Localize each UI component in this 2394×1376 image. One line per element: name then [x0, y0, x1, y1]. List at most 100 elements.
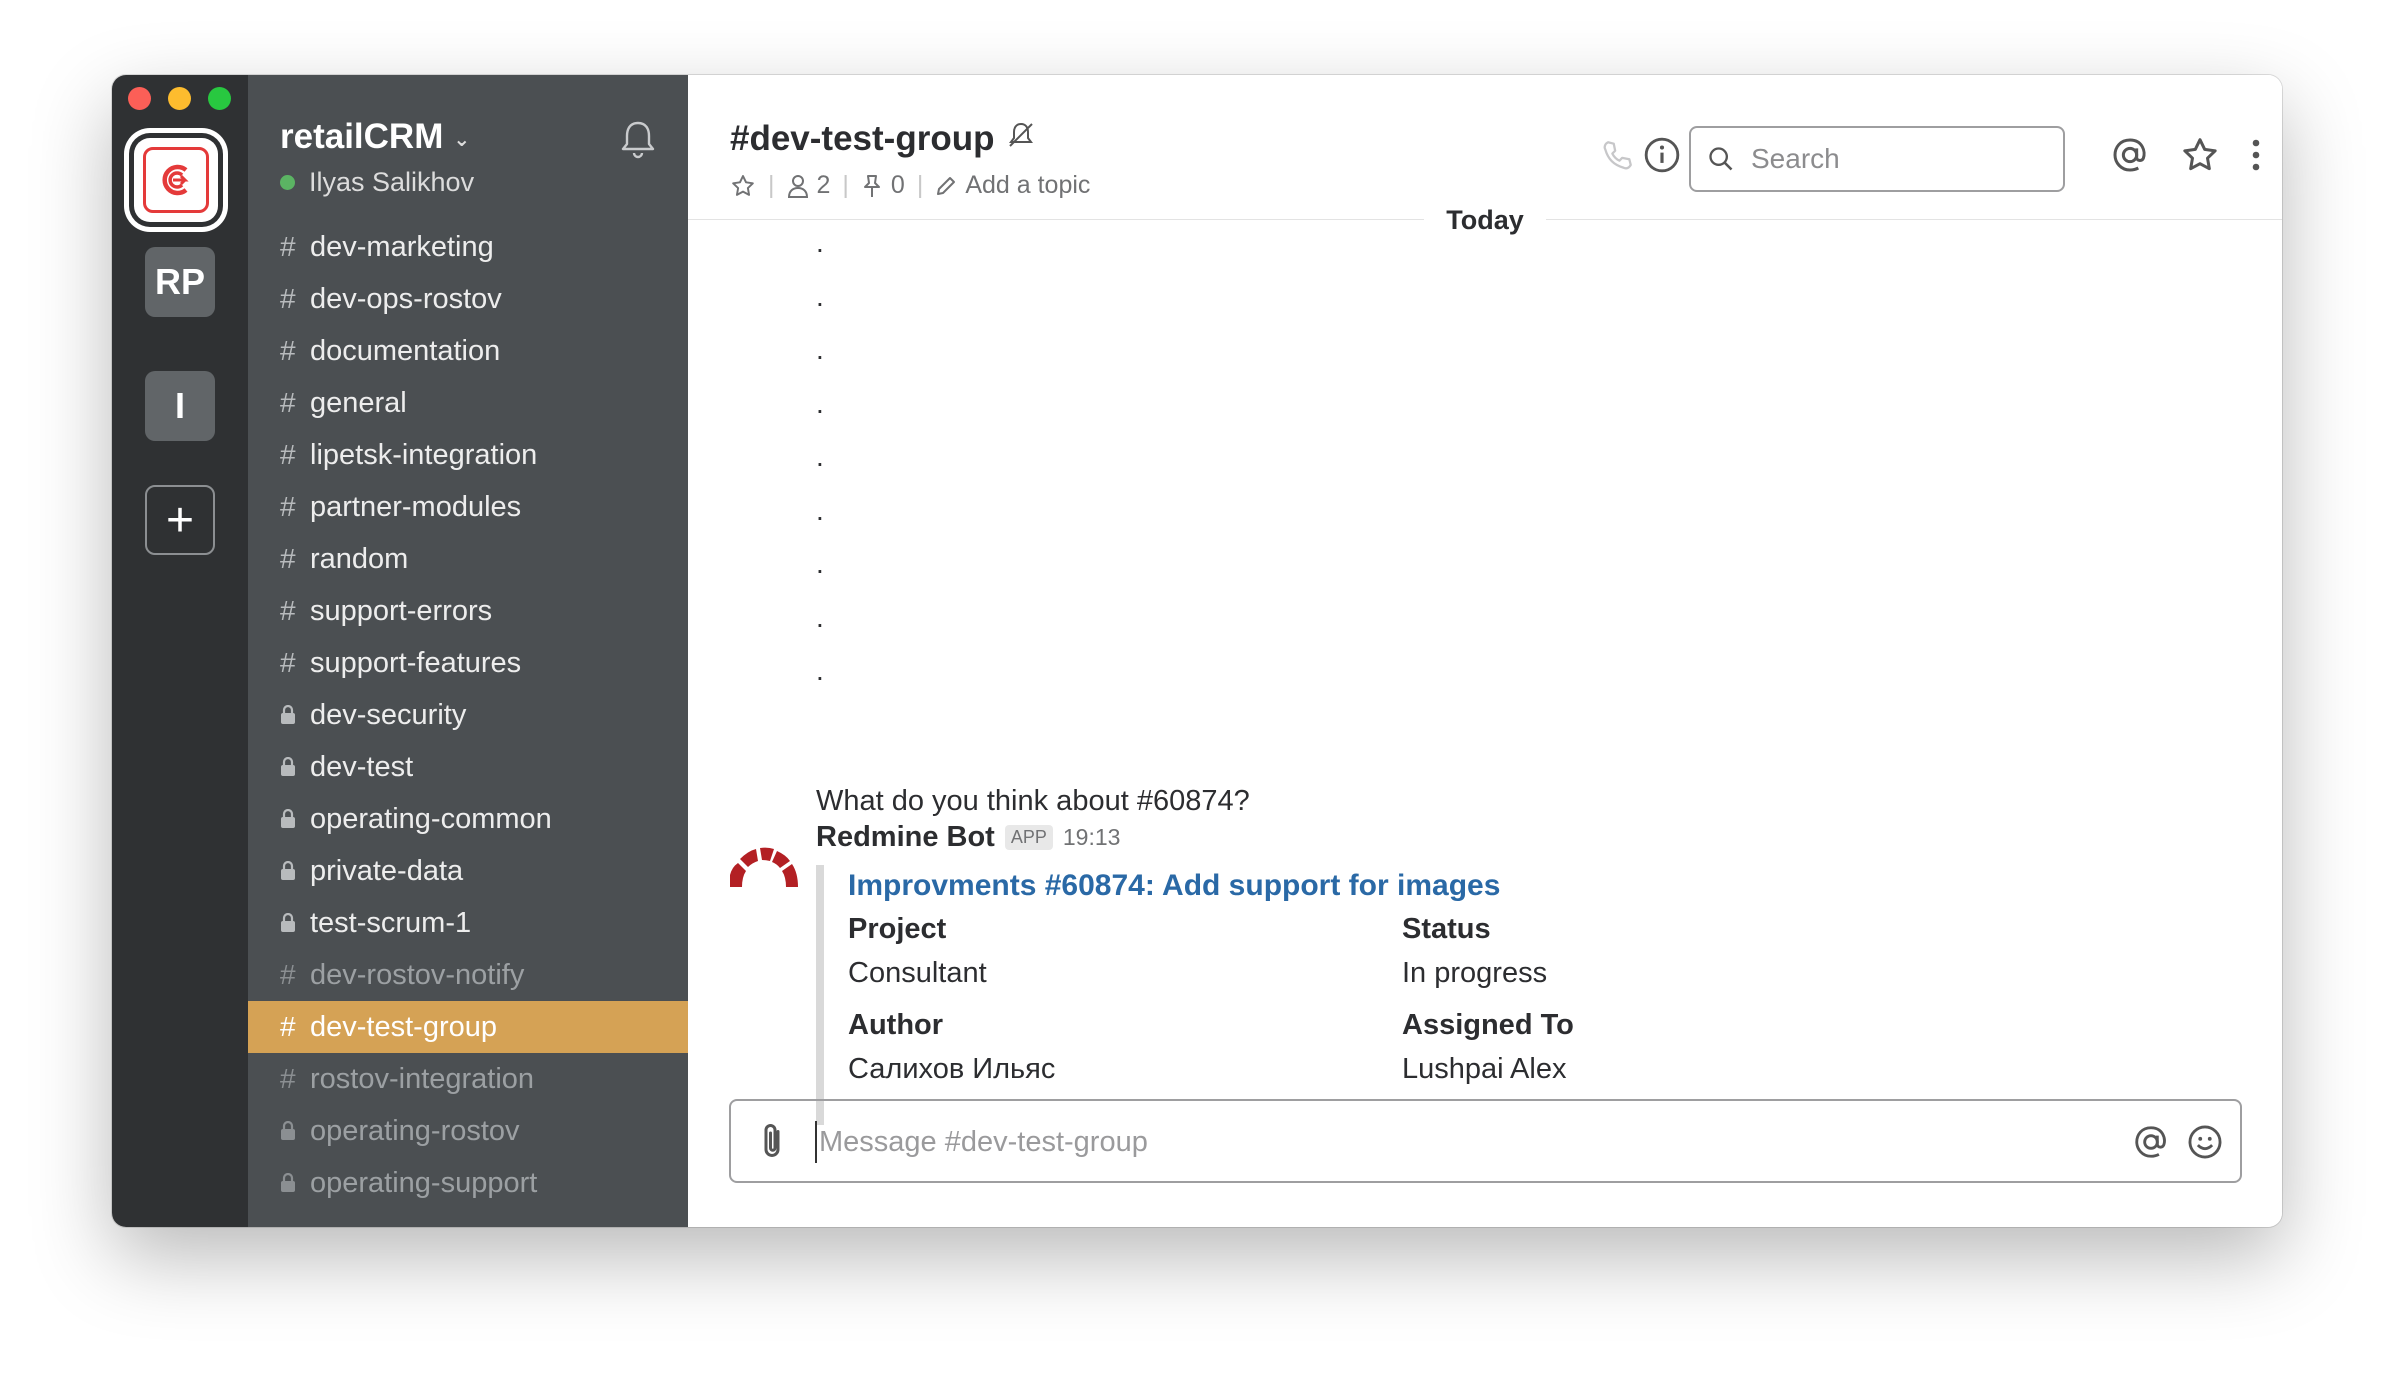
phone-icon[interactable]: [1594, 127, 1642, 183]
sidebar-item-support-features[interactable]: # support-features: [248, 637, 688, 689]
hash-icon: #: [280, 595, 296, 626]
members-button[interactable]: 2: [787, 171, 830, 200]
redmine-logo-icon[interactable]: [726, 831, 802, 891]
more-vertical-icon[interactable]: [2232, 127, 2280, 183]
mentions-icon[interactable]: [2106, 127, 2154, 183]
sidebar-item-label: dev-rostov-notify: [310, 958, 525, 991]
minimize-window-button[interactable]: [168, 87, 191, 110]
dot-message: .: [816, 655, 824, 686]
paperclip-icon[interactable]: [753, 1121, 791, 1168]
sidebar-item-random[interactable]: # random: [248, 533, 688, 585]
issue-link[interactable]: Improvments #60874: Add support for imag…: [848, 869, 1500, 903]
zoom-window-button[interactable]: [208, 87, 231, 110]
add-topic-button[interactable]: Add a topic: [935, 171, 1090, 200]
pins-count: 0: [890, 171, 905, 199]
sidebar-item-label: private-data: [310, 854, 464, 887]
sidebar-item-dev-marketing[interactable]: # dev-marketing: [248, 221, 688, 273]
sidebar-item-label: rostov-integration: [310, 1062, 535, 1095]
sidebar-item-label: support-features: [310, 646, 522, 679]
message-list: ......... What do you think about #60874…: [688, 225, 2282, 1125]
lock-icon: [280, 861, 310, 881]
muted-bell-icon[interactable]: [1006, 119, 1036, 159]
project-value: Consultant: [848, 957, 987, 989]
hash-icon: #: [280, 959, 296, 990]
bot-message-header: Redmine Bot APP 19:13: [816, 821, 1120, 854]
message-input[interactable]: [815, 1121, 2120, 1163]
starred-items-icon[interactable]: [2176, 127, 2224, 183]
sidebar-item-dev-rostov-notify[interactable]: # dev-rostov-notify: [248, 949, 688, 1001]
sidebar-item-label: dev-marketing: [310, 230, 494, 263]
window-controls: [128, 87, 231, 110]
sidebar-item-operating-common[interactable]: operating-common: [248, 793, 688, 845]
workspace-retailcrm[interactable]: [134, 138, 218, 222]
assignee-label: Assigned To: [1402, 1009, 1574, 1041]
hash-icon: #: [280, 335, 296, 366]
mention-icon[interactable]: [2132, 1123, 2170, 1166]
sidebar-item-label: random: [310, 542, 409, 575]
info-icon[interactable]: [1638, 127, 1686, 183]
workspace-i[interactable]: I: [145, 371, 215, 441]
message-timestamp[interactable]: 19:13: [1063, 824, 1121, 851]
sidebar-item-rostov-integration[interactable]: # rostov-integration: [248, 1053, 688, 1105]
lock-icon: [280, 913, 310, 933]
bell-icon[interactable]: [616, 117, 660, 161]
sidebar-item-lipetsk-integration[interactable]: # lipetsk-integration: [248, 429, 688, 481]
channel-sidebar: retailCRM ⌄ Ilyas Salikhov # dev-marketin…: [248, 75, 688, 1227]
sidebar-item-label: operating-support: [310, 1166, 538, 1199]
emoji-icon[interactable]: [2186, 1123, 2224, 1166]
sidebar-item-general[interactable]: # general: [248, 377, 688, 429]
workspace-rp[interactable]: RP: [145, 247, 215, 317]
star-channel-button[interactable]: [730, 173, 756, 199]
sidebar-item-dev-ops-rostov[interactable]: # dev-ops-rostov: [248, 273, 688, 325]
sidebar-item-label: support-errors: [310, 594, 493, 627]
sidebar-item-label: dev-test: [310, 750, 414, 783]
sidebar-item-label: dev-ops-rostov: [310, 282, 502, 315]
sidebar-item-support-errors[interactable]: # support-errors: [248, 585, 688, 637]
app-window: RP I + retailCRM ⌄ Ilyas Salikhov # dev-m…: [112, 75, 2282, 1227]
dot-message: .: [816, 548, 824, 579]
lock-icon: [280, 1121, 310, 1141]
search-box[interactable]: [1689, 126, 2065, 192]
sidebar-item-label: general: [310, 386, 407, 419]
sidebar-item-operating-support[interactable]: operating-support: [248, 1157, 688, 1209]
sidebar-item-dev-test[interactable]: dev-test: [248, 741, 688, 793]
sidebar-item-partner-modules[interactable]: # partner-modules: [248, 481, 688, 533]
hash-icon: #: [280, 1011, 296, 1042]
team-menu[interactable]: retailCRM ⌄: [280, 117, 470, 157]
lock-icon: [280, 757, 310, 777]
current-user: Ilyas Salikhov: [280, 167, 474, 198]
lock-icon: [280, 809, 310, 829]
workspace-rail: RP I +: [112, 75, 248, 1227]
add-workspace-button[interactable]: +: [145, 485, 215, 555]
message-composer: [729, 1099, 2242, 1183]
dot-message: .: [816, 227, 824, 258]
search-icon: [1709, 147, 1733, 171]
team-name: retailCRM: [280, 117, 444, 156]
pins-button[interactable]: 0: [861, 171, 905, 200]
issue-attachment: Improvments #60874: Add support for imag…: [816, 865, 2124, 1125]
hash-icon: #: [280, 1063, 296, 1094]
sidebar-item-dev-security[interactable]: dev-security: [248, 689, 688, 741]
channel-title: #dev-test-group: [730, 119, 1036, 159]
hash-icon: #: [280, 283, 296, 314]
sidebar-item-label: lipetsk-integration: [310, 438, 538, 471]
project-label: Project: [848, 913, 947, 945]
hash-icon: #: [280, 439, 296, 470]
app-badge: APP: [1004, 825, 1053, 850]
lock-icon: [280, 705, 310, 725]
bot-name[interactable]: Redmine Bot: [816, 821, 995, 854]
sidebar-item-documentation[interactable]: # documentation: [248, 325, 688, 377]
search-input[interactable]: [1749, 142, 2043, 176]
sidebar-item-operating-rostov[interactable]: operating-rostov: [248, 1105, 688, 1157]
sidebar-item-label: documentation: [310, 334, 501, 367]
hash-icon: #: [280, 491, 296, 522]
sidebar-item-dev-test-group[interactable]: # dev-test-group: [248, 1001, 688, 1053]
sidebar-item-label: partner-modules: [310, 490, 522, 523]
dot-messages: .........: [816, 227, 824, 709]
sidebar-item-private-data[interactable]: private-data: [248, 845, 688, 897]
dot-message: .: [816, 387, 824, 419]
close-window-button[interactable]: [128, 87, 151, 110]
channel-title-text: #dev-test-group: [730, 119, 995, 158]
dot-message: .: [816, 441, 824, 472]
sidebar-item-test-scrum-1[interactable]: test-scrum-1: [248, 897, 688, 949]
